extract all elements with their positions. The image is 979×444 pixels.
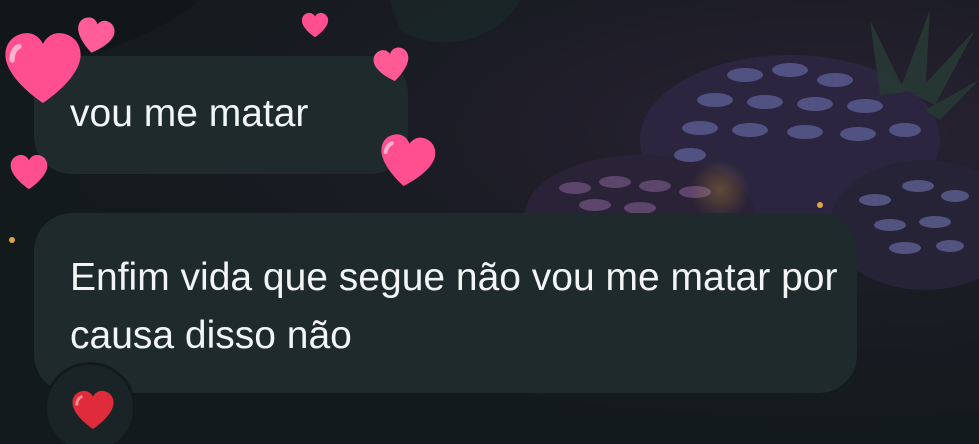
message-text: vou me matar xyxy=(70,92,309,135)
floating-heart-icon xyxy=(373,47,409,82)
floating-heart-icon xyxy=(301,12,329,38)
red-heart-icon xyxy=(72,390,114,430)
chat-screen: vou me matar Enfim vida que segue não vo… xyxy=(0,0,979,444)
message-bubble[interactable]: vou me matar xyxy=(34,56,408,174)
message-text: Enfim vida que segue não vou me matar po… xyxy=(70,256,838,357)
message-bubble[interactable]: Enfim vida que segue não vou me matar po… xyxy=(34,213,857,393)
floating-heart-icon xyxy=(78,17,115,53)
floating-heart-icon xyxy=(10,154,48,190)
floating-heart-icon xyxy=(381,134,436,186)
message-reaction[interactable] xyxy=(44,362,136,444)
